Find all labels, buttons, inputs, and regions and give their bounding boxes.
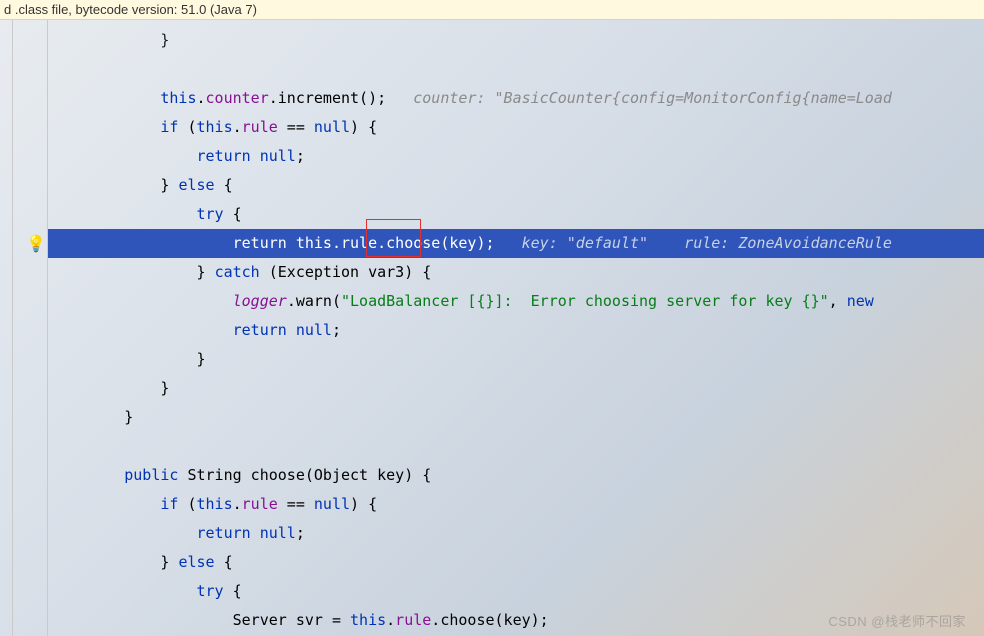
code-line[interactable]: [48, 55, 984, 84]
watermark: CSDN @栈老师不回家: [828, 611, 966, 630]
code-line[interactable]: public String choose(Object key) {: [48, 461, 984, 490]
intention-bulb-icon[interactable]: 💡: [26, 236, 42, 252]
current-line[interactable]: return this.rule.choose(key); key: "defa…: [48, 229, 984, 258]
code-line[interactable]: }: [48, 403, 984, 432]
code-line[interactable]: } else {: [48, 171, 984, 200]
inline-hint: key: "default": [522, 234, 648, 252]
code-line[interactable]: if (this.rule == null) {: [48, 490, 984, 519]
editor-area: 💡 } this.counter.increment(); counter: "…: [0, 20, 984, 636]
code-line[interactable]: }: [48, 345, 984, 374]
code-line[interactable]: }: [48, 374, 984, 403]
code-line[interactable]: this.counter.increment(); counter: "Basi…: [48, 84, 984, 113]
code-line[interactable]: }: [48, 26, 984, 55]
code-line[interactable]: return null;: [48, 316, 984, 345]
code-line[interactable]: if (this.rule == null) {: [48, 113, 984, 142]
code-area[interactable]: } this.counter.increment(); counter: "Ba…: [48, 20, 984, 636]
code-line[interactable]: try {: [48, 200, 984, 229]
inline-hint: counter: "BasicCounter{config=MonitorCon…: [413, 89, 892, 107]
banner-text: d .class file, bytecode version: 51.0 (J…: [4, 2, 257, 17]
code-line[interactable]: try {: [48, 577, 984, 606]
code-line[interactable]: return null;: [48, 519, 984, 548]
code-line[interactable]: } else {: [48, 548, 984, 577]
decompiled-banner: d .class file, bytecode version: 51.0 (J…: [0, 0, 984, 20]
code-line[interactable]: } catch (Exception var3) {: [48, 258, 984, 287]
code-line[interactable]: logger.warn("LoadBalancer [{}]: Error ch…: [48, 287, 984, 316]
inline-hint: rule: ZoneAvoidanceRule: [648, 234, 892, 252]
gutter-divider: [12, 20, 13, 636]
gutter[interactable]: 💡: [0, 20, 48, 636]
code-line[interactable]: [48, 432, 984, 461]
code-line[interactable]: return null;: [48, 142, 984, 171]
